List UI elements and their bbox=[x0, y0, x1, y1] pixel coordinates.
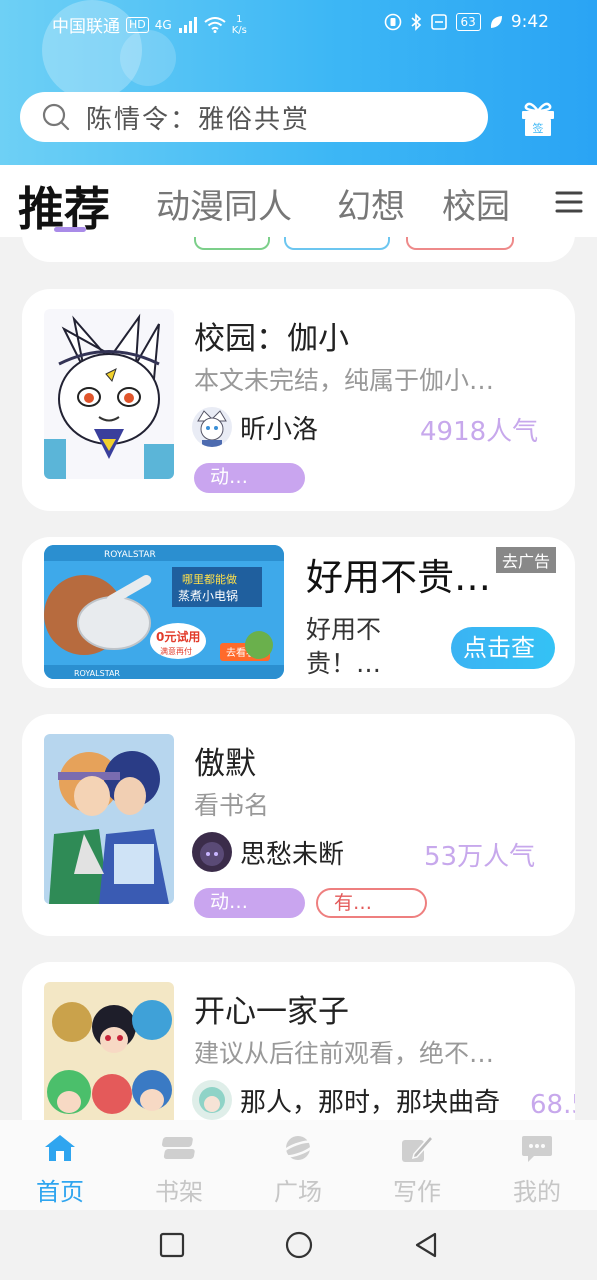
ad-image: ROYALSTAR ROYALSTAR 哪里都能做 蒸煮小电锅 0元试用 满意再… bbox=[44, 545, 284, 679]
home-icon bbox=[45, 1135, 75, 1161]
nav-home[interactable]: 首页 bbox=[10, 1126, 110, 1207]
avatar bbox=[192, 832, 232, 872]
category-tag: 动… bbox=[194, 888, 305, 918]
book-cover bbox=[44, 982, 174, 1122]
book-description: 本文未完结，纯属于伽小… bbox=[194, 366, 495, 395]
circle-icon bbox=[285, 1231, 313, 1259]
nav-label: 我的 bbox=[513, 1178, 561, 1206]
network-type: 4G bbox=[154, 17, 172, 32]
status-bar: 中国联通 HD 4G 1 K/s 63 9:42 bbox=[0, 0, 597, 46]
book-title: 傲默 bbox=[194, 746, 256, 782]
battery-level: 63 bbox=[455, 13, 481, 31]
svg-text:蒸煮小电锅: 蒸煮小电锅 bbox=[178, 588, 238, 603]
bluetooth-icon bbox=[411, 13, 421, 31]
checkin-label: 签 bbox=[533, 121, 544, 135]
nav-write[interactable]: 写作 bbox=[367, 1126, 467, 1207]
popularity-count: 53万人气 bbox=[424, 842, 536, 872]
book-card[interactable]: 傲默 看书名 思愁未断 53万人气 动… 有… bbox=[22, 714, 575, 936]
nav-label: 写作 bbox=[393, 1178, 441, 1206]
checkin-gift-button[interactable]: 签 bbox=[518, 100, 558, 138]
system-navigation-bar bbox=[0, 1210, 597, 1280]
do-not-disturb-icon bbox=[430, 14, 447, 30]
nav-plaza[interactable]: 广场 bbox=[248, 1126, 348, 1207]
square-icon bbox=[159, 1232, 185, 1258]
search-icon bbox=[42, 103, 70, 131]
nav-mine[interactable]: 我的 bbox=[487, 1126, 587, 1207]
svg-text:ROYALSTAR: ROYALSTAR bbox=[74, 669, 120, 678]
hd-badge: HD bbox=[126, 16, 149, 33]
book-card[interactable]: 开心一家子 建议从后往前观看，绝不… 那人，那时，那块曲奇 68.5万 bbox=[22, 962, 575, 1122]
svg-text:ROYALSTAR: ROYALSTAR bbox=[104, 550, 156, 560]
pen-icon bbox=[402, 1134, 434, 1162]
tab-anime-fanfic[interactable]: 动漫同人 bbox=[156, 179, 292, 228]
book-description: 看书名 bbox=[194, 791, 270, 820]
avatar bbox=[192, 1080, 232, 1120]
ad-description: 好用不贵！… bbox=[306, 615, 382, 678]
recent-apps-button[interactable] bbox=[157, 1230, 187, 1260]
gift-icon: 签 bbox=[522, 102, 554, 136]
signal-icon bbox=[178, 16, 197, 33]
nav-label: 首页 bbox=[36, 1178, 84, 1206]
menu-icon bbox=[555, 191, 583, 213]
leaf-icon bbox=[490, 16, 502, 28]
svg-text:满意再付: 满意再付 bbox=[160, 646, 192, 656]
app-header: 中国联通 HD 4G 1 K/s 63 9:42 陈情令：雅俗共赏 签 bbox=[0, 0, 597, 165]
active-tab-indicator bbox=[54, 227, 86, 232]
book-title: 校园：伽小 bbox=[194, 321, 349, 357]
category-tag: 动… bbox=[194, 463, 305, 493]
popularity-count: 68.5万 bbox=[530, 1090, 575, 1120]
author-name: 昕小洛 bbox=[240, 414, 319, 445]
book-description: 建议从后往前观看，绝不… bbox=[194, 1039, 495, 1068]
ad-view-button[interactable]: 点击查 bbox=[451, 627, 555, 669]
vibrate-icon bbox=[384, 13, 401, 31]
book-cover bbox=[44, 734, 174, 904]
book-title: 开心一家子 bbox=[194, 994, 349, 1030]
popularity-count: 4918人气 bbox=[420, 417, 539, 447]
category-tabs: 推荐 动漫同人 幻想 校园 标 bbox=[0, 165, 597, 237]
clock: 9:42 bbox=[510, 12, 549, 32]
network-speed: 1 K/s bbox=[231, 13, 247, 36]
search-placeholder: 陈情令：雅俗共赏 bbox=[86, 104, 311, 135]
wifi-icon bbox=[204, 16, 226, 33]
tab-menu-button[interactable] bbox=[541, 177, 597, 227]
tab-fantasy[interactable]: 幻想 bbox=[337, 179, 405, 228]
book-cover bbox=[44, 309, 174, 479]
triangle-back-icon bbox=[415, 1232, 437, 1258]
planet-icon bbox=[281, 1136, 315, 1160]
ad-card[interactable]: ROYALSTAR ROYALSTAR 哪里都能做 蒸煮小电锅 0元试用 满意再… bbox=[22, 537, 575, 688]
chat-bubble-icon bbox=[522, 1136, 552, 1162]
author-info[interactable]: 那人，那时，那块曲奇 bbox=[192, 1080, 500, 1120]
remove-ad-button[interactable]: 去广告 bbox=[496, 547, 557, 573]
bottom-navigation: 首页 书架 广场 写作 我的 bbox=[0, 1120, 597, 1210]
nav-label: 书架 bbox=[155, 1178, 203, 1206]
author-info[interactable]: 思愁未断 bbox=[192, 832, 344, 872]
nav-label: 广场 bbox=[274, 1178, 322, 1206]
avatar bbox=[192, 407, 232, 447]
back-button[interactable] bbox=[411, 1230, 441, 1260]
author-name: 那人，那时，那块曲奇 bbox=[240, 1087, 501, 1118]
search-bar[interactable]: 陈情令：雅俗共赏 bbox=[20, 92, 488, 142]
category-tag: 有… bbox=[316, 888, 427, 918]
tab-campus[interactable]: 校园 bbox=[442, 179, 510, 228]
bookshelf-icon bbox=[162, 1137, 195, 1159]
svg-text:0元试用: 0元试用 bbox=[156, 629, 200, 644]
carrier-name: 中国联通 bbox=[52, 17, 120, 37]
svg-text:哪里都能做: 哪里都能做 bbox=[182, 572, 237, 586]
book-card[interactable]: 校园：伽小 本文未完结，纯属于伽小… 昕小洛 4918人气 动… bbox=[22, 289, 575, 511]
author-info[interactable]: 昕小洛 bbox=[192, 407, 318, 447]
nav-bookshelf[interactable]: 书架 bbox=[129, 1126, 229, 1207]
ad-title: 好用不贵… bbox=[306, 556, 491, 599]
home-system-button[interactable] bbox=[284, 1230, 314, 1260]
author-name: 思愁未断 bbox=[240, 839, 345, 870]
